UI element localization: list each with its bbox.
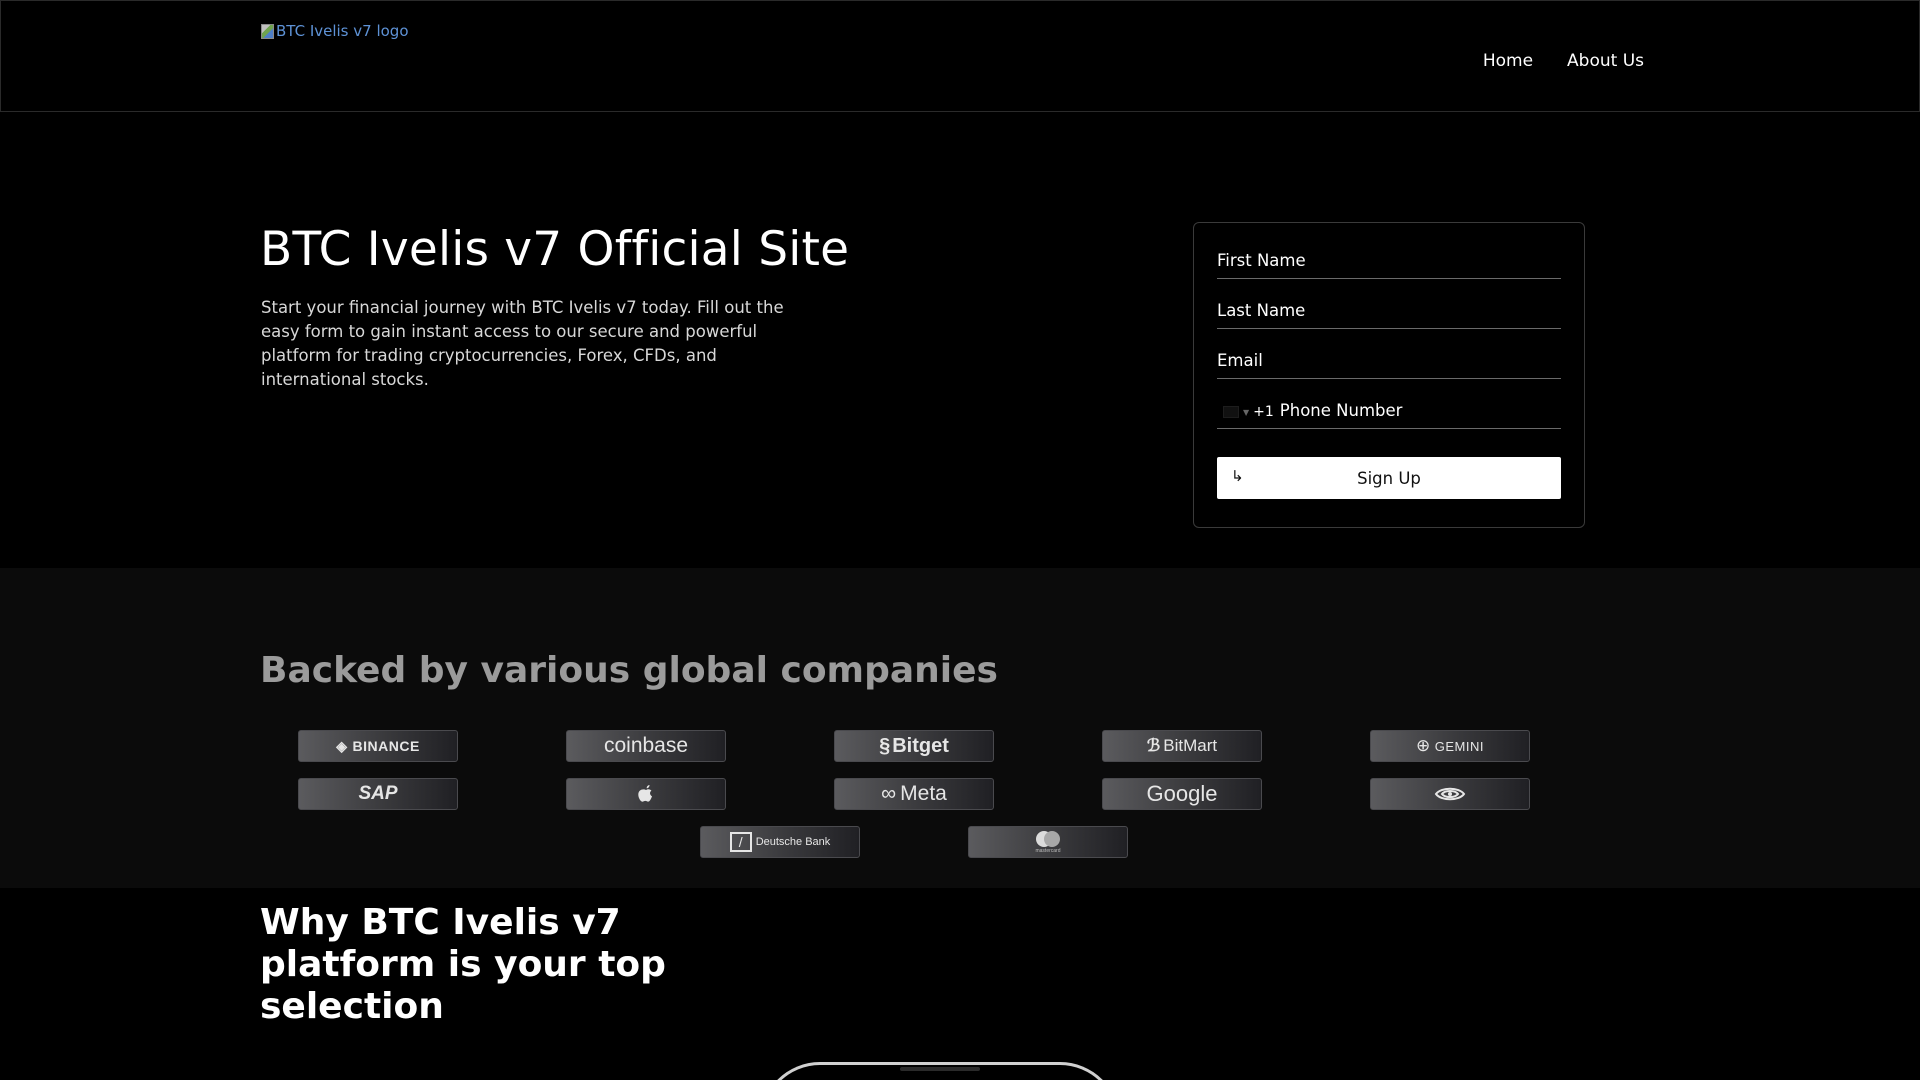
meta-logo: ∞ Meta: [834, 778, 994, 810]
phone-mockup: [760, 1062, 1120, 1080]
phone-field: ▼ +1: [1217, 391, 1561, 429]
why-section-title: Why BTC Ivelis v7 platform is your top s…: [260, 902, 666, 1027]
companies-section: Backed by various global companies ◈ BIN…: [0, 568, 1920, 888]
companies-title: Backed by various global companies: [260, 650, 998, 691]
hero-description: Start your financial journey with BTC Iv…: [261, 298, 784, 389]
binance-diamond-icon: ◈: [336, 737, 348, 754]
site-header: BTC Ivelis v7 logo Home About Us: [0, 0, 1920, 112]
meta-infinity-icon: ∞: [881, 782, 897, 805]
phone-input[interactable]: [1279, 401, 1561, 420]
bitget-s-icon: §: [879, 734, 891, 757]
sap-logo: SAP: [298, 778, 458, 810]
nav-home-link[interactable]: Home: [1483, 51, 1533, 71]
deutsche-bank-logo: / Deutsche Bank: [700, 826, 860, 858]
chevron-down-icon: ▼: [1243, 407, 1250, 417]
apple-icon: [638, 784, 652, 802]
bitget-logo: § Bitget: [834, 730, 994, 762]
nvidia-eye-icon: [1434, 787, 1466, 801]
signup-button[interactable]: ↳ Sign Up: [1217, 457, 1561, 499]
bitmart-b-icon: ℬ: [1146, 736, 1161, 755]
signup-button-label: Sign Up: [1357, 468, 1421, 488]
logo-alt-text: BTC Ivelis v7 logo: [276, 22, 409, 40]
nav-about-link[interactable]: About Us: [1567, 51, 1644, 71]
email-field: [1217, 341, 1561, 379]
last-name-field: [1217, 291, 1561, 329]
email-input[interactable]: [1217, 351, 1561, 370]
hero-title: BTC Ivelis v7 Official Site: [260, 222, 850, 277]
last-name-input[interactable]: [1217, 301, 1561, 320]
bitmart-logo: ℬ BitMart: [1102, 730, 1262, 762]
broken-image-icon: [261, 23, 274, 39]
enter-arrow-icon: ↳: [1231, 467, 1244, 485]
mastercard-logo: mastercard: [968, 826, 1128, 858]
gemini-symbol-icon: ⊕: [1416, 736, 1431, 755]
phone-country-code: +1: [1253, 404, 1274, 420]
signup-form: ▼ +1 ↳ Sign Up: [1193, 222, 1585, 528]
page: BTC Ivelis v7 logo Home About Us BTC Ive…: [0, 0, 1920, 1080]
site-logo[interactable]: BTC Ivelis v7 logo: [261, 22, 409, 40]
binance-logo: ◈ BINANCE: [298, 730, 458, 762]
first-name-field: [1217, 241, 1561, 279]
first-name-input[interactable]: [1217, 251, 1561, 270]
coinbase-logo: coinbase: [566, 730, 726, 762]
phone-notch: [900, 1067, 980, 1071]
nvidia-logo: [1370, 778, 1530, 810]
apple-logo: [566, 778, 726, 810]
gemini-logo: ⊕ GEMINI: [1370, 730, 1530, 762]
deutsche-bank-slash-icon: /: [729, 832, 752, 852]
main-nav: Home About Us: [1483, 51, 1644, 71]
country-code-selector[interactable]: ▼ +1: [1217, 404, 1274, 420]
mastercard-circles-icon: [1036, 831, 1060, 847]
google-logo: Google: [1102, 778, 1262, 810]
flag-icon: [1223, 406, 1239, 418]
